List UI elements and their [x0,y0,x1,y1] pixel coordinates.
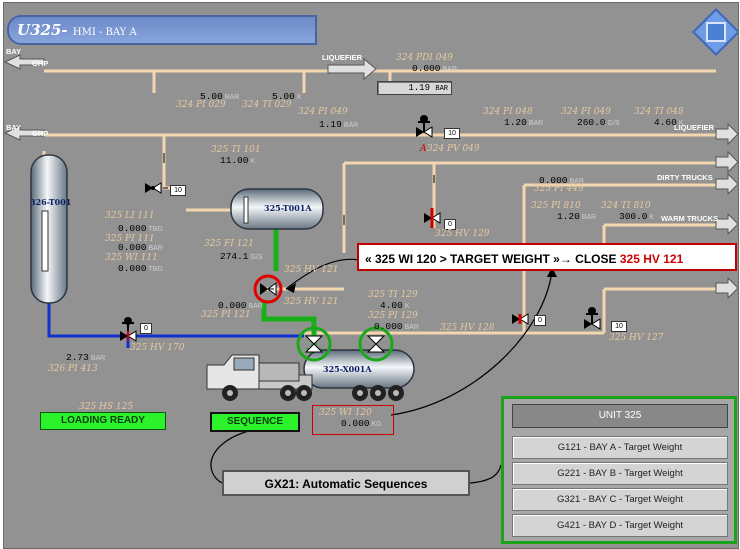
tag-pi129: 325 PI 129 [368,311,418,321]
prefix-pv049: A [420,144,427,154]
pos-upper-valve: 10 [170,185,186,196]
arrow-dirty-trucks-icon [715,150,738,174]
hmi-screen: U325- HMI - BAY A BAY GHP LIQUEFIER BAY … [3,2,739,549]
navigation-home-icon[interactable] [706,22,726,42]
title-bar: U325- HMI - BAY A [7,15,317,45]
label-liquefier-top: LIQUEFIER [322,53,363,62]
value-pi111: 0.000 BAR [118,242,163,253]
tag-wi120: 325 WI 120 [319,408,372,418]
valve-hv121-icon [260,282,277,296]
valve-hv127-icon [584,307,601,330]
arrow-out-3-icon [715,172,738,196]
loading-ready-indicator[interactable]: LOADING READY [40,412,166,430]
arrow-liquefier-right-icon [715,122,738,146]
tag-pi121: 325 PI 121 [201,310,251,320]
screen-title: U325- HMI - BAY A [17,21,137,39]
value-wi111: 0.000 TBD [118,263,163,274]
value-ti101: 11.00 K [220,155,256,166]
pos-hv170: 0 [140,323,152,334]
value-pi413: 2.73 BAR [66,352,106,363]
value-fi049: 260.0 G/S [577,117,620,128]
unit-panel-header[interactable]: UNIT 325 [512,404,728,428]
value-li111: 0.000 TBD [118,223,163,234]
value-pdi049: 0.000 BAR [412,63,457,74]
value-pi810: 1.20 BAR [557,211,597,222]
tag-pv049: 324 PV 049 [427,144,480,154]
value-ti810: 300.0 K [619,211,655,222]
tag-hs125: 325 HS 125 [79,402,134,412]
value-pi049: 1.19 BAR [319,119,359,130]
g221-target-weight-button[interactable]: G221 - BAY B - Target Weight [512,462,728,485]
g421-target-weight-button[interactable]: G421 - BAY D - Target Weight [512,514,728,537]
tag-hv127: 325 HV 127 [609,333,664,343]
tag-pi048: 324 PI 048 [483,107,533,117]
unit-panel: UNIT 325 G121 - BAY A - Target Weight G2… [501,396,737,544]
tag-pi029: 324 PI 029 [176,100,226,110]
tag-ti129: 325 TI 129 [368,290,418,300]
label-bay-top: BAY [6,47,22,56]
valve-symbols [120,115,601,353]
valve-truck-1-icon [304,335,324,353]
value-ti129: 4.00 K [380,300,410,311]
arrow-liquefier-top-icon [327,57,377,81]
wi120-box: 325 WI 120 0.000 KG [312,405,394,435]
value-ti048: 4.60 K [654,117,684,128]
arrow-warm-trucks-icon [715,212,738,236]
tag-pi810: 325 PI 810 [531,201,581,211]
tag-ti029: 324 TI 029 [242,100,292,110]
tag-ti048: 324 TI 048 [634,107,684,117]
tag-pi049: 324 PI 049 [298,107,348,117]
tag-ti101: 325 TI 101 [211,145,261,155]
tag-hv121-bottom: 325 HV 121 [284,297,339,307]
tag-li111: 325 LI 111 [105,211,155,221]
valve-hv170-icon [120,317,137,342]
sequence-button[interactable]: SEQUENCE [210,412,300,432]
tag-pi449: 325 PI 449 [534,184,584,194]
valve-hv128-icon [512,313,529,325]
tag-hv128: 325 HV 128 [440,323,495,333]
value-pi129: 0.000 BAR [374,321,419,332]
interlock-callout: « 325 WI 120 > TARGET WEIGHT »→ CLOSE 32… [357,243,737,271]
tag-pi413: 326 PI 413 [48,364,98,374]
label-ghp-top: GHP [32,59,49,68]
valve-hv129-icon [424,208,441,228]
value-pi048: 1.20 BAR [504,117,544,128]
pos-hv127: 10 [611,321,627,332]
tag-fi121: 325 FI 121 [204,239,254,249]
value-fi121: 274.1 G/S [220,251,263,262]
value-wi120: 0.000 KG [341,418,382,429]
tag-fi049: 324 FI 049 [561,107,611,117]
label-ghp-mid: GHP [32,129,49,138]
pos-pv049: 10 [444,128,460,139]
label-warm-trucks: WARM TRUCKS [661,214,719,223]
tag-wi111: 325 WI 111 [105,253,158,263]
vessel-325-t001a-label: 325-T001A [264,203,312,213]
automatic-sequences-callout: GX21: Automatic Sequences [222,470,470,496]
tag-pdi049: 324 PDI 049 [396,53,453,63]
tag-ti810: 324 TI 810 [601,201,651,211]
pos-hv128: 0 [534,315,546,326]
label-dirty-trucks: DIRTY TRUCKS [657,173,713,182]
g121-target-weight-button[interactable]: G121 - BAY A - Target Weight [512,436,728,459]
vessel-326-t001-icon [30,154,68,304]
tag-hv121-top: 325 HV 121 [284,265,339,275]
vessel-325-x001a-label: 325-X001A [323,364,372,374]
pos-hv121: I [279,285,282,294]
setpoint-display[interactable]: 1.19 BAR [377,81,452,95]
tag-hv129: 325 HV 129 [435,229,490,239]
valve-truck-2-icon [366,335,386,353]
label-bay-mid: BAY [6,123,22,132]
tag-hv170: 325 HV 170 [130,343,185,353]
vessel-326-t001-label: 326-T001 [30,197,72,207]
arrow-out-5-icon [715,276,738,300]
g321-target-weight-button[interactable]: G321 - BAY C - Target Weight [512,488,728,511]
